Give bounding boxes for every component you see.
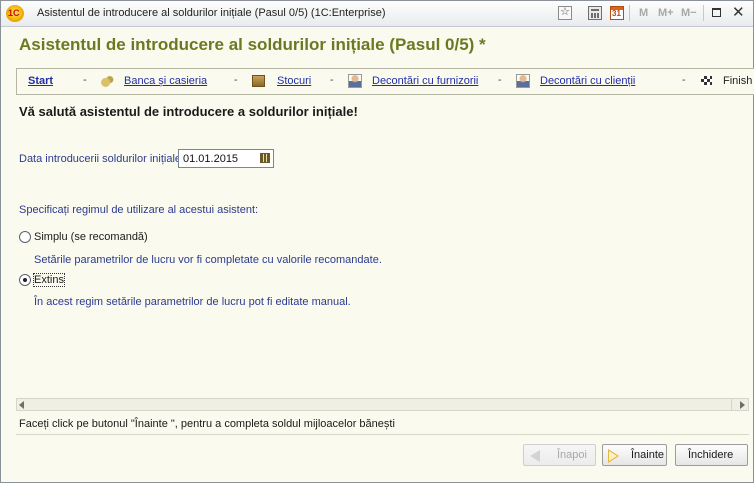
step-separator: - [682, 74, 686, 86]
app-logo-icon[interactable]: 1C [6, 5, 24, 22]
radio-extended[interactable] [19, 274, 31, 286]
scroll-right-icon[interactable] [740, 401, 745, 409]
box-icon [252, 75, 265, 87]
title-bar: 1C Asistentul de introducere al solduril… [1, 1, 753, 27]
step-separator: - [498, 74, 502, 86]
step-separator: - [83, 74, 87, 86]
scroll-left-icon[interactable] [19, 401, 24, 409]
date-field-label: Data introducerii soldurilor inițiale: [19, 153, 185, 165]
step-bank-cash-link[interactable]: Banca și casieria [124, 75, 207, 87]
mode-prompt-label: Specificați regimul de utilizare al aces… [19, 204, 259, 216]
step-start-link[interactable]: Start [28, 75, 53, 87]
step-separator: - [234, 74, 238, 86]
toolbar-divider [703, 5, 704, 21]
window-title: Asistentul de introducere al soldurilor … [37, 7, 386, 19]
close-button[interactable]: Închidere [675, 444, 748, 466]
step-customers-link[interactable]: Decontări cu clienții [540, 75, 635, 87]
favorite-icon[interactable] [558, 5, 572, 20]
close-icon[interactable]: ✕ [732, 3, 745, 21]
person-icon [348, 74, 362, 88]
calculator-icon[interactable] [588, 6, 602, 20]
date-field-value[interactable]: 01.01.2015 [183, 153, 238, 165]
step-stocks-link[interactable]: Stocuri [277, 75, 311, 87]
close-button-label: Închidere [688, 449, 734, 461]
step-finish[interactable]: Finish [723, 75, 752, 87]
simple-mode-description: Setările parametrilor de lucru vor fi co… [34, 254, 382, 266]
horizontal-scrollbar[interactable] [16, 398, 749, 411]
calendar-picker-icon[interactable] [258, 151, 272, 166]
welcome-heading: Vă salută asistentul de introducere a so… [19, 104, 358, 119]
arrow-left-icon [530, 450, 540, 462]
memory-minus-button[interactable]: M− [681, 7, 697, 19]
arrow-right-icon [608, 449, 619, 463]
footer-divider [16, 434, 749, 435]
coins-icon [100, 74, 114, 88]
next-button[interactable]: Înainte [602, 444, 667, 466]
app-logo-text: 1C [8, 8, 20, 18]
person-icon [516, 74, 530, 88]
wizard-window: 1C Asistentul de introducere al solduril… [0, 0, 754, 483]
hint-text: Faceți click pe butonul "Înainte ", pent… [19, 418, 395, 430]
radio-extended-label[interactable]: Extins [33, 273, 65, 287]
scrollbar-divider [731, 399, 732, 410]
next-button-label: Înainte [631, 449, 665, 461]
memory-plus-button[interactable]: M+ [658, 7, 674, 19]
calendar-icon[interactable] [610, 6, 624, 20]
radio-simple-label[interactable]: Simplu (se recomandă) [34, 231, 148, 243]
step-separator: - [330, 74, 334, 86]
maximize-icon[interactable] [712, 8, 721, 17]
radio-simple[interactable] [19, 231, 31, 243]
extended-mode-description: În acest regim setările parametrilor de … [34, 296, 351, 308]
form-title: Asistentul de introducere al soldurilor … [19, 35, 486, 54]
step-suppliers-link[interactable]: Decontări cu furnizorii [372, 75, 478, 87]
memory-m-button[interactable]: M [639, 7, 648, 19]
back-button-label: Înapoi [557, 449, 587, 461]
step-navigation-bar: Start - Banca și casieria - Stocuri - De… [16, 68, 754, 95]
opening-balance-date-field[interactable]: 01.01.2015 [178, 149, 274, 168]
checkered-flag-icon [701, 76, 712, 85]
back-button[interactable]: Înapoi [523, 444, 596, 466]
toolbar-divider [629, 5, 630, 21]
